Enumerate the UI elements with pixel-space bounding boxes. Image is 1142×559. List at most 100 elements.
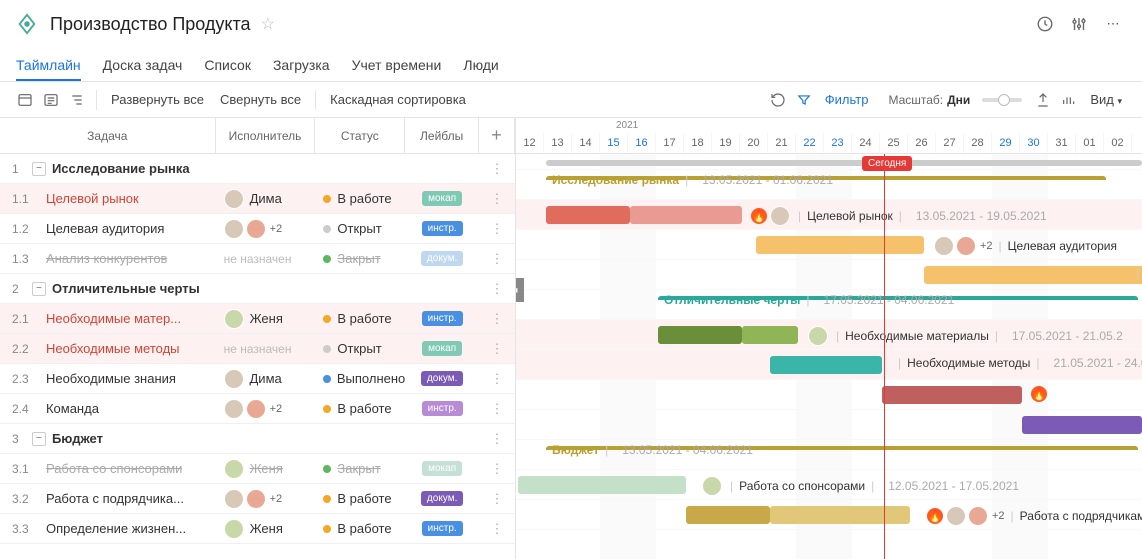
table-row[interactable]: 2.4 Команда +2 В работе инстр. ⋮ xyxy=(0,394,515,424)
col-assignee[interactable]: Исполнитель xyxy=(216,118,316,153)
gantt-bar[interactable] xyxy=(756,236,924,254)
day-cell[interactable]: 30 xyxy=(1020,133,1048,153)
day-cell[interactable]: 02 xyxy=(1104,133,1132,153)
table-row[interactable]: 3.3 Определение жизнен... Женя В работе … xyxy=(0,514,515,544)
timeline-scrollbar[interactable] xyxy=(546,160,1142,166)
day-cell[interactable]: 20 xyxy=(740,133,768,153)
day-cell[interactable]: 01 xyxy=(1076,133,1104,153)
view-button[interactable]: Вид ▾ xyxy=(1082,88,1130,111)
tab-people[interactable]: Люди xyxy=(463,57,498,73)
gantt-bar[interactable] xyxy=(518,476,686,494)
row-more-icon[interactable]: ⋮ xyxy=(479,491,515,507)
day-cell[interactable]: 17 xyxy=(656,133,684,153)
row-more-icon[interactable]: ⋮ xyxy=(479,371,515,387)
gantt-bar[interactable] xyxy=(546,206,630,224)
row-more-icon[interactable]: ⋮ xyxy=(479,311,515,327)
day-cell[interactable]: 25 xyxy=(880,133,908,153)
day-cell[interactable]: 13 xyxy=(544,133,572,153)
day-cell[interactable]: 22 xyxy=(796,133,824,153)
day-cell[interactable]: 28 xyxy=(964,133,992,153)
panel-icon[interactable] xyxy=(12,87,38,113)
day-cell[interactable]: 27 xyxy=(936,133,964,153)
gantt-bar[interactable] xyxy=(924,266,1142,284)
table-row[interactable]: 3 −Бюджет ⋮ xyxy=(0,424,515,454)
table-row[interactable]: 3.2 Работа с подрядчика... +2 В работе д… xyxy=(0,484,515,514)
collapse-toggle[interactable]: − xyxy=(32,432,46,446)
filter-button[interactable]: Фильтр xyxy=(817,88,877,111)
add-column-button[interactable]: + xyxy=(479,118,515,153)
scale-slider[interactable] xyxy=(982,98,1022,102)
row-more-icon[interactable]: ⋮ xyxy=(479,431,515,447)
day-cell[interactable]: 29 xyxy=(992,133,1020,153)
table-row[interactable]: 2.2 Необходимые методы не назначен Откры… xyxy=(0,334,515,364)
table-row[interactable]: 2 −Отличительные черты ⋮ xyxy=(0,274,515,304)
row-more-icon[interactable]: ⋮ xyxy=(479,341,515,357)
gantt-bar[interactable] xyxy=(770,506,910,524)
col-task[interactable]: Задача xyxy=(0,118,216,153)
star-icon[interactable]: ☆ xyxy=(261,14,275,34)
gantt-bar[interactable] xyxy=(658,326,742,344)
row-more-icon[interactable]: ⋮ xyxy=(479,401,515,417)
row-more-icon[interactable]: ⋮ xyxy=(479,281,515,297)
row-more-icon[interactable]: ⋮ xyxy=(479,161,515,177)
row-more-icon[interactable]: ⋮ xyxy=(479,251,515,267)
table-row[interactable]: 3.1 Работа со спонсорами Женя Закрыт мок… xyxy=(0,454,515,484)
gantt-bar[interactable] xyxy=(686,506,770,524)
gantt-bar[interactable] xyxy=(630,206,742,224)
table-row[interactable]: 1 −Исследование рынка ⋮ xyxy=(0,154,515,184)
assignee-none: не назначен xyxy=(224,342,292,356)
cascade-sort-button[interactable]: Каскадная сортировка xyxy=(322,88,474,111)
table-row[interactable]: 2.1 Необходимые матер... Женя В работе и… xyxy=(0,304,515,334)
list-icon[interactable] xyxy=(38,87,64,113)
settings-sliders-icon[interactable] xyxy=(1066,11,1092,37)
hierarchy-icon[interactable] xyxy=(64,87,90,113)
gantt-row: |А xyxy=(516,260,1142,290)
table-row[interactable]: 1.1 Целевой рынок Дима В работе мокап ⋮ xyxy=(0,184,515,214)
row-more-icon[interactable]: ⋮ xyxy=(479,221,515,237)
tab-time[interactable]: Учет времени xyxy=(352,57,442,73)
baseline-icon[interactable] xyxy=(1056,87,1082,113)
row-more-icon[interactable]: ⋮ xyxy=(479,191,515,207)
gantt-bar[interactable] xyxy=(770,356,882,374)
filter-icon[interactable] xyxy=(791,87,817,113)
day-cell[interactable]: 24 xyxy=(852,133,880,153)
tab-workload[interactable]: Загрузка xyxy=(273,57,330,73)
collapse-all-button[interactable]: Свернуть все xyxy=(212,88,309,111)
assignee-name: Женя xyxy=(250,311,283,326)
col-status[interactable]: Статус xyxy=(315,118,405,153)
expand-all-button[interactable]: Развернуть все xyxy=(103,88,212,111)
tab-list[interactable]: Список xyxy=(204,57,251,73)
day-cell[interactable]: 26 xyxy=(908,133,936,153)
day-cell[interactable]: 31 xyxy=(1048,133,1076,153)
history-icon[interactable] xyxy=(1032,11,1058,37)
table-row[interactable]: 1.3 Анализ конкурентов не назначен Закры… xyxy=(0,244,515,274)
day-cell[interactable]: 14 xyxy=(572,133,600,153)
gantt-bar-dates: 17.05.2021 - 21.05.2 xyxy=(1012,329,1123,343)
gantt-bar[interactable] xyxy=(742,326,798,344)
day-cell[interactable]: 23 xyxy=(824,133,852,153)
more-icon[interactable]: ⋯ xyxy=(1100,11,1126,37)
col-labels[interactable]: Лейблы xyxy=(405,118,479,153)
day-cell[interactable]: 18 xyxy=(684,133,712,153)
panel-collapse-handle[interactable]: ◂ xyxy=(516,278,524,302)
day-cell[interactable]: 19 xyxy=(712,133,740,153)
gantt-bar[interactable] xyxy=(1022,416,1142,434)
tab-timeline[interactable]: Таймлайн xyxy=(16,57,81,81)
day-cell[interactable]: 21 xyxy=(768,133,796,153)
tab-board[interactable]: Доска задач xyxy=(103,57,183,73)
export-icon[interactable] xyxy=(1030,87,1056,113)
assignee-none: не назначен xyxy=(224,252,292,266)
task-name: Необходимые методы xyxy=(46,341,180,356)
collapse-toggle[interactable]: − xyxy=(32,162,46,176)
avatar xyxy=(224,369,244,389)
refresh-icon[interactable] xyxy=(765,87,791,113)
collapse-toggle[interactable]: − xyxy=(32,282,46,296)
table-row[interactable]: 1.2 Целевая аудитория +2 Открыт инстр. ⋮ xyxy=(0,214,515,244)
day-cell[interactable]: 16 xyxy=(628,133,656,153)
table-row[interactable]: 2.3 Необходимые знания Дима Выполнено до… xyxy=(0,364,515,394)
day-cell[interactable]: 12 xyxy=(516,133,544,153)
row-more-icon[interactable]: ⋮ xyxy=(479,521,515,537)
row-more-icon[interactable]: ⋮ xyxy=(479,461,515,477)
gantt-bar[interactable] xyxy=(882,386,1022,404)
day-cell[interactable]: 15 xyxy=(600,133,628,153)
